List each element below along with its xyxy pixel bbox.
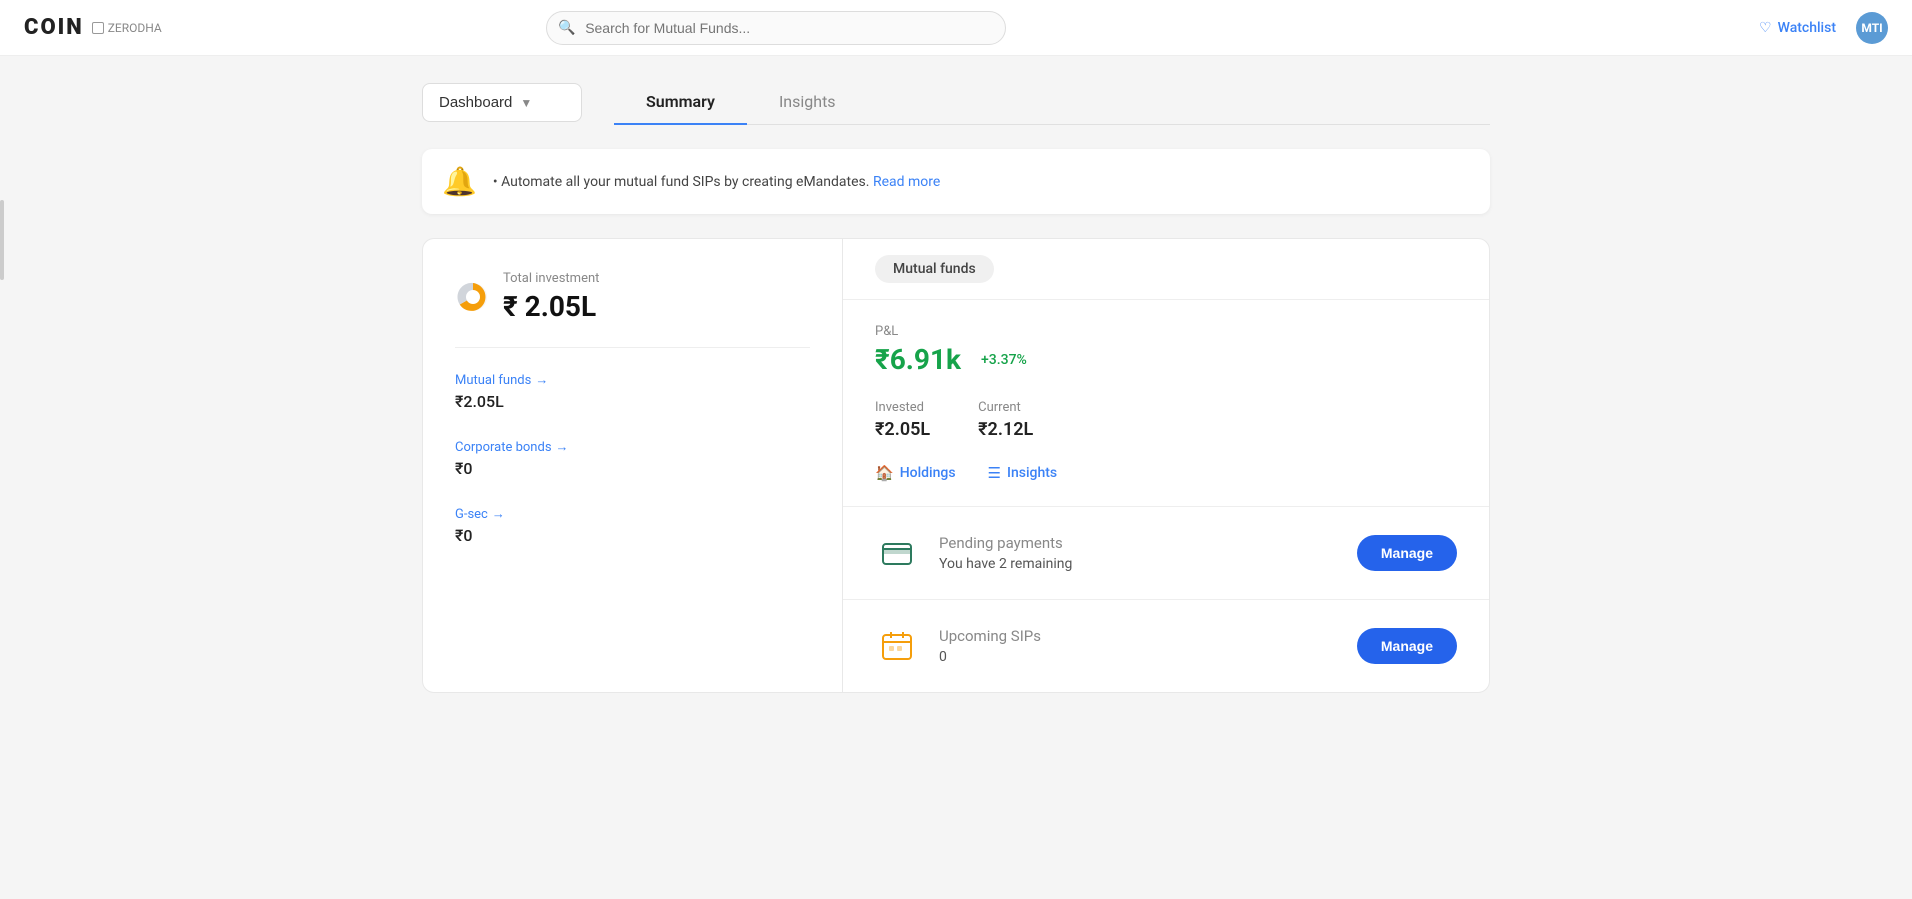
upcoming-sips-title: Upcoming SIPs [939, 627, 1337, 645]
invested-value: ₹2.05L [875, 419, 930, 440]
invested-label: Invested [875, 400, 930, 415]
notification-text: • Automate all your mutual fund SIPs by … [493, 174, 940, 190]
watchlist-button[interactable]: ♡ Watchlist [1759, 20, 1836, 36]
upcoming-sips-manage-button[interactable]: Manage [1357, 628, 1457, 664]
mutual-funds-link[interactable]: Mutual funds → [455, 372, 548, 388]
left-bar [0, 200, 4, 280]
left-panel: Total investment ₹ 2.05L Mutual funds → … [422, 238, 842, 693]
pl-percent: +3.37% [981, 352, 1027, 368]
dashboard-label: Dashboard [439, 94, 512, 111]
pie-chart-icon [455, 279, 491, 315]
current-label: Current [978, 400, 1033, 415]
pending-payments-icon [875, 531, 919, 575]
corporate-bonds-label-row: Corporate bonds → [455, 439, 810, 455]
pl-row: ₹6.91k +3.37% [875, 343, 1457, 376]
right-panel: Mutual funds P&L ₹6.91k +3.37% Invested … [842, 238, 1490, 693]
upcoming-sips-section: Upcoming SIPs 0 Manage [843, 599, 1489, 692]
mutual-funds-badge: Mutual funds [875, 255, 994, 283]
pl-value: ₹6.91k [875, 343, 961, 376]
search-icon: 🔍 [558, 20, 575, 36]
notification-banner: 🔔 • Automate all your mutual fund SIPs b… [422, 149, 1490, 214]
holdings-link[interactable]: 🏠 Holdings [875, 464, 956, 482]
action-links-row: 🏠 Holdings ☰ Insights [875, 464, 1457, 482]
avatar[interactable]: MTI [1856, 12, 1888, 44]
mutual-funds-item: Mutual funds → ₹2.05L [455, 372, 810, 411]
pending-payments-text: Pending payments You have 2 remaining [939, 534, 1337, 572]
heart-icon: ♡ [1759, 20, 1772, 36]
upcoming-sips-subtitle: 0 [939, 649, 1337, 665]
pending-payments-manage-button[interactable]: Manage [1357, 535, 1457, 571]
read-more-link[interactable]: Read more [873, 174, 940, 190]
header-row: Dashboard ▼ Summary Insights [422, 80, 1490, 125]
search-bar: 🔍 [546, 11, 1006, 45]
insights-label: Insights [1007, 465, 1057, 481]
pl-label: P&L [875, 324, 1457, 339]
insights-icon: ☰ [988, 464, 1001, 482]
nav-right: ♡ Watchlist MTI [1759, 12, 1888, 44]
corporate-bonds-value: ₹0 [455, 459, 810, 478]
arrow-right-icon: → [492, 506, 505, 522]
corporate-bonds-item: Corporate bonds → ₹0 [455, 439, 810, 478]
total-investment-section: Total investment ₹ 2.05L [455, 271, 810, 323]
pending-payments-title: Pending payments [939, 534, 1337, 552]
topnav: COIN ZERODHA 🔍 ♡ Watchlist MTI [0, 0, 1912, 56]
holdings-icon: 🏠 [875, 464, 894, 482]
upcoming-sips-text: Upcoming SIPs 0 [939, 627, 1337, 665]
pending-payments-subtitle: You have 2 remaining [939, 556, 1337, 572]
corporate-bonds-link[interactable]: Corporate bonds → [455, 439, 569, 455]
tab-summary[interactable]: Summary [614, 80, 747, 125]
bell-icon: 🔔 [442, 165, 477, 198]
brand-name: ZERODHA [92, 21, 162, 35]
main-container: Dashboard ▼ Summary Insights 🔔 • Automat… [406, 56, 1506, 717]
mutual-funds-body: P&L ₹6.91k +3.37% Invested ₹2.05L Curren… [843, 300, 1489, 506]
search-input[interactable] [546, 11, 1006, 45]
divider-1 [455, 347, 810, 348]
total-investment-info: Total investment ₹ 2.05L [503, 271, 599, 323]
app-name: COIN [24, 15, 84, 40]
chevron-down-icon: ▼ [520, 96, 532, 110]
pending-payments-section: Pending payments You have 2 remaining Ma… [843, 506, 1489, 599]
tab-insights[interactable]: Insights [747, 80, 868, 125]
mutual-funds-header: Mutual funds [843, 239, 1489, 300]
g-sec-value: ₹0 [455, 526, 810, 545]
arrow-right-icon: → [556, 439, 569, 455]
g-sec-link[interactable]: G-sec → [455, 506, 505, 522]
content-grid: Total investment ₹ 2.05L Mutual funds → … [422, 238, 1490, 693]
insights-link[interactable]: ☰ Insights [988, 464, 1058, 482]
current-value: ₹2.12L [978, 419, 1033, 440]
mutual-funds-value: ₹2.05L [455, 392, 810, 411]
calendar-icon [879, 628, 915, 664]
upcoming-sips-icon [875, 624, 919, 668]
pl-section: P&L ₹6.91k +3.37% [875, 324, 1457, 376]
logo: COIN ZERODHA [24, 15, 162, 40]
credit-card-icon [879, 535, 915, 571]
invested-current-row: Invested ₹2.05L Current ₹2.12L [875, 400, 1457, 440]
dashboard-dropdown[interactable]: Dashboard ▼ [422, 83, 582, 122]
g-sec-item: G-sec → ₹0 [455, 506, 810, 545]
tabs: Summary Insights [614, 80, 1490, 125]
invested-item: Invested ₹2.05L [875, 400, 930, 440]
total-investment-amount: ₹ 2.05L [503, 290, 599, 323]
mutual-funds-label-row: Mutual funds → [455, 372, 810, 388]
g-sec-label-row: G-sec → [455, 506, 810, 522]
watchlist-label: Watchlist [1778, 20, 1836, 36]
total-investment-label: Total investment [503, 271, 599, 286]
current-item: Current ₹2.12L [978, 400, 1033, 440]
holdings-label: Holdings [900, 465, 956, 481]
arrow-right-icon: → [535, 372, 548, 388]
